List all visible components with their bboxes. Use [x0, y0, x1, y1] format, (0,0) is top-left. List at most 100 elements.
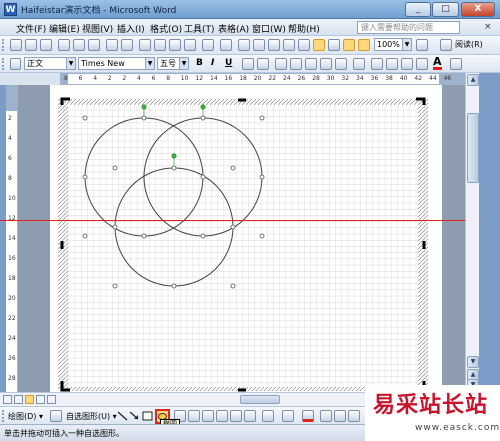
bullets-icon[interactable] [386, 58, 398, 70]
bold-button[interactable]: B [196, 58, 203, 68]
vertical-scrollbar[interactable]: ▲ ▼ ▲ ▼ [465, 73, 479, 392]
copy-icon[interactable] [154, 39, 166, 51]
hyperlink-icon[interactable] [238, 39, 250, 51]
ask-question-input[interactable]: 键入需要帮助的问题 [357, 21, 460, 34]
vertical-ruler[interactable]: 2 4 6 8 10 12 14 16 18 20 22 24 26 28 [6, 85, 18, 392]
scroll-down-icon[interactable]: ▼ [467, 356, 479, 368]
distributed-icon[interactable] [335, 58, 347, 70]
font-color-button[interactable]: A [433, 56, 442, 70]
justify-icon[interactable] [320, 58, 332, 70]
vertical-textbox-icon[interactable] [188, 410, 200, 422]
document-page[interactable] [50, 85, 442, 392]
outline-view-icon[interactable] [36, 395, 45, 404]
insert-excel-icon[interactable] [283, 39, 295, 51]
font-select[interactable]: Times New Roman ▼ [78, 57, 155, 70]
minimize-button[interactable]: _ [405, 2, 431, 17]
decrease-indent-icon[interactable] [401, 58, 413, 70]
normal-view-icon[interactable] [3, 395, 12, 404]
char-shading-icon[interactable] [257, 58, 269, 70]
insert-table-icon[interactable] [268, 39, 280, 51]
font-size-select[interactable]: 五号 ▼ [157, 57, 189, 70]
menu-window[interactable]: 窗口(W) [250, 21, 288, 36]
horizontal-scroll-thumb[interactable] [240, 395, 280, 404]
show-paragraph-icon[interactable] [358, 39, 370, 51]
print-layout-icon[interactable] [25, 395, 34, 404]
read-mode-icon[interactable] [440, 39, 452, 51]
menu-tools[interactable]: 工具(T) [182, 21, 217, 36]
drawing-icon[interactable] [313, 39, 325, 51]
menu-table[interactable]: 表格(A) [216, 21, 251, 36]
char-border-icon[interactable] [242, 58, 254, 70]
document-map-icon[interactable] [328, 39, 340, 51]
diagram-icon[interactable] [216, 410, 228, 422]
fill-color-icon[interactable] [262, 410, 274, 422]
redo-icon[interactable] [220, 39, 232, 51]
save-icon[interactable] [40, 39, 52, 51]
columns-icon[interactable] [298, 39, 310, 51]
menu-insert[interactable]: 插入(I) [115, 21, 147, 36]
clipart-icon[interactable] [230, 410, 242, 422]
align-right-icon[interactable] [305, 58, 317, 70]
line-style-icon[interactable] [320, 410, 332, 422]
format-painter-icon[interactable] [184, 39, 196, 51]
rotate-handle-right[interactable] [200, 104, 206, 110]
draw-menu-button[interactable]: 绘图(D) ▾ [8, 411, 43, 422]
font-color-icon[interactable] [302, 410, 314, 422]
ruler-tick-label: 4 [8, 135, 12, 142]
select-objects-icon[interactable] [50, 410, 62, 422]
toolbar-grip[interactable] [2, 58, 5, 70]
cut-icon[interactable] [139, 39, 151, 51]
menu-view[interactable]: 视图(V) [80, 21, 115, 36]
maximize-button[interactable]: □ [432, 2, 459, 17]
dash-style-icon[interactable] [334, 410, 346, 422]
scroll-thumb[interactable] [467, 113, 479, 183]
numbering-icon[interactable] [371, 58, 383, 70]
line-spacing-icon[interactable] [353, 58, 365, 70]
line-color-icon[interactable] [282, 410, 294, 422]
line-tool-icon[interactable] [117, 411, 128, 421]
paste-icon[interactable] [169, 39, 181, 51]
web-view-icon[interactable] [14, 395, 23, 404]
highlight-icon[interactable] [416, 58, 428, 70]
toolbar-grip[interactable] [2, 410, 5, 422]
menu-edit[interactable]: 编辑(E) [47, 21, 82, 36]
close-window-button[interactable]: X [461, 2, 495, 17]
spelling-icon[interactable] [106, 39, 118, 51]
horizontal-ruler[interactable]: 8 6 4 2 2 4 6 8 10 12 14 16 18 20 22 24 26 28 30 32 34 36 38 40… [60, 73, 465, 85]
wordart-icon[interactable] [202, 410, 214, 422]
align-left-icon[interactable] [275, 58, 287, 70]
tables-borders-icon[interactable] [253, 39, 265, 51]
new-document-icon[interactable] [10, 39, 22, 51]
print-preview-icon[interactable] [88, 39, 100, 51]
research-icon[interactable] [121, 39, 133, 51]
style-select[interactable]: 正文 ▼ [24, 57, 76, 70]
underline-button[interactable]: U [225, 58, 232, 68]
rotate-handle-bottom[interactable] [171, 153, 177, 159]
rotate-handle-left[interactable] [141, 104, 147, 110]
close-document-icon[interactable]: × [484, 22, 492, 32]
show-hide-icon[interactable] [343, 39, 355, 51]
menu-help[interactable]: 帮助(H) [286, 21, 322, 36]
toolbar-grip[interactable] [2, 39, 5, 51]
drawing-canvas[interactable] [50, 85, 442, 392]
help-icon[interactable] [416, 39, 428, 51]
arrow-tool-icon[interactable] [129, 411, 140, 421]
rectangle-tool-icon[interactable] [142, 411, 153, 421]
italic-button[interactable]: I [211, 58, 214, 68]
toolbar-options-icon[interactable] [450, 58, 462, 70]
scroll-up-icon[interactable]: ▲ [467, 74, 479, 86]
menu-format[interactable]: 格式(O) [148, 21, 184, 36]
arrow-style-icon[interactable] [348, 410, 360, 422]
picture-icon[interactable] [244, 410, 256, 422]
zoom-select[interactable]: 100% ▼ [374, 38, 412, 51]
reading-view-icon[interactable] [47, 395, 56, 404]
styles-pane-icon[interactable] [10, 58, 21, 70]
permission-icon[interactable] [58, 39, 70, 51]
print-icon[interactable] [73, 39, 85, 51]
open-folder-icon[interactable] [25, 39, 37, 51]
align-center-icon[interactable] [290, 58, 302, 70]
read-mode-button[interactable]: 阅读(R) [455, 39, 483, 50]
menu-file[interactable]: 文件(F) [14, 21, 48, 36]
undo-icon[interactable] [202, 39, 214, 51]
autoshapes-button[interactable]: 自选图形(U) ▾ [66, 411, 117, 422]
